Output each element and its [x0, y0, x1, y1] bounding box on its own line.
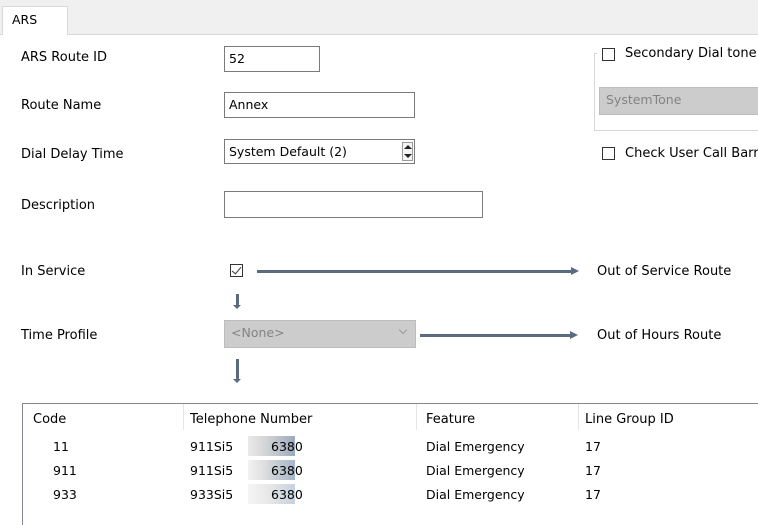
ars-route-id-input[interactable]: 52: [224, 46, 320, 72]
spin-buttons[interactable]: [402, 142, 413, 161]
dial-delay-time-value: System Default (2): [229, 144, 347, 159]
down-arrow-icon: [233, 305, 241, 309]
column-header-line-group-id[interactable]: Line Group ID: [585, 412, 674, 427]
check-user-call-barring-label: Check User Call Barr: [625, 146, 758, 161]
cell-telephone-prefix: 911Si5: [190, 439, 234, 454]
cell-feature: Dial Emergency: [426, 463, 525, 478]
column-separator[interactable]: [183, 404, 184, 430]
spin-up-icon[interactable]: [404, 145, 412, 149]
right-arrow-icon: [570, 331, 578, 339]
description-label: Description: [21, 198, 96, 213]
secondary-dial-tone-checkbox[interactable]: [602, 48, 615, 61]
check-user-call-barring-checkbox[interactable]: [602, 147, 615, 160]
column-separator[interactable]: [578, 404, 579, 430]
checkmark-icon: [231, 264, 242, 275]
out-of-hours-route-label: Out of Hours Route: [597, 328, 722, 343]
out-of-service-route-label: Out of Service Route: [597, 264, 732, 279]
cell-feature: Dial Emergency: [426, 487, 525, 502]
in-service-checkbox[interactable]: [230, 264, 243, 277]
in-service-label: In Service: [21, 264, 86, 279]
dial-delay-time-label: Dial Delay Time: [21, 147, 124, 162]
system-tone-select[interactable]: SystemTone: [599, 87, 758, 115]
tab-strip: [0, 0, 758, 35]
time-profile-label: Time Profile: [21, 328, 98, 343]
system-tone-value: SystemTone: [606, 92, 682, 107]
route-name-input[interactable]: Annex: [224, 92, 415, 118]
cell-telephone-suffix: 6380: [271, 439, 303, 454]
ars-route-id-label: ARS Route ID: [21, 50, 108, 65]
out-of-hours-arrow-line: [420, 334, 570, 337]
time-profile-value: <None>: [231, 325, 285, 340]
cell-telephone-prefix: 933Si5: [190, 487, 234, 502]
down-arrow-shaft: [236, 359, 239, 379]
cell-telephone-suffix: 6380: [271, 463, 303, 478]
cell-feature: Dial Emergency: [426, 439, 525, 454]
description-input[interactable]: [224, 191, 483, 218]
cell-line-group-id: 17: [585, 439, 601, 454]
column-header-telephone-number[interactable]: Telephone Number: [190, 412, 312, 427]
secondary-dial-tone-label: Secondary Dial tone: [625, 46, 757, 61]
tab-ars[interactable]: ARS: [2, 6, 68, 35]
column-header-code[interactable]: Code: [33, 412, 66, 427]
cell-telephone-prefix: 911Si5: [190, 463, 234, 478]
time-profile-select[interactable]: <None>: [224, 320, 416, 348]
cell-telephone-suffix: 6380: [271, 487, 303, 502]
cell-code: 911: [53, 463, 77, 478]
right-arrow-icon: [571, 267, 579, 275]
out-of-service-arrow-line: [257, 270, 571, 273]
spin-down-icon[interactable]: [404, 154, 412, 158]
column-separator[interactable]: [416, 404, 417, 430]
cell-code: 11: [53, 439, 69, 454]
down-arrow-shaft: [236, 294, 239, 305]
down-arrow-icon: [233, 379, 241, 383]
dial-delay-time-stepper[interactable]: System Default (2): [224, 139, 415, 164]
cell-line-group-id: 17: [585, 487, 601, 502]
cell-code: 933: [53, 487, 77, 502]
route-name-label: Route Name: [21, 98, 102, 113]
column-header-feature[interactable]: Feature: [426, 412, 475, 427]
cell-line-group-id: 17: [585, 463, 601, 478]
chevron-down-icon: [398, 325, 408, 335]
